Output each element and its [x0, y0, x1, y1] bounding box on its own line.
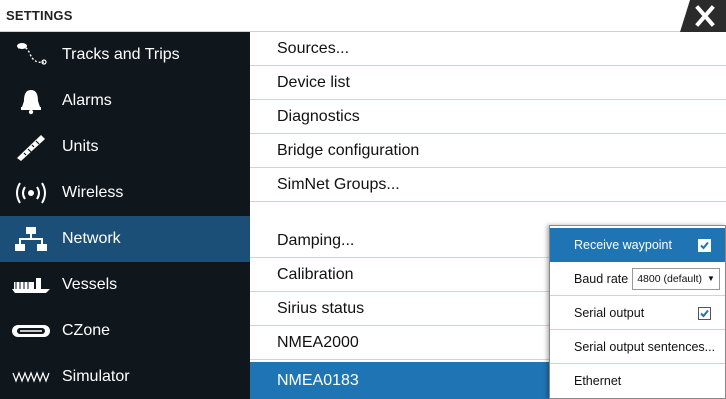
list-item-bridge-configuration[interactable]: Bridge configuration: [250, 134, 726, 168]
baud-rate-option: Baud rate 4800 (default) ▼: [550, 262, 725, 296]
page-title: SETTINGS: [6, 8, 73, 23]
title-bar: SETTINGS: [0, 0, 726, 32]
ruler-icon: [0, 124, 62, 170]
receive-waypoint-checkbox[interactable]: [698, 239, 711, 252]
list-item-diagnostics[interactable]: Diagnostics: [250, 100, 726, 134]
sidebar-item-label: Network: [62, 230, 121, 247]
list-item-label: SimNet Groups...: [277, 175, 400, 193]
sidebar: Tracks and Trips Alarms Units Wireless N…: [0, 32, 250, 399]
baud-rate-label: Baud rate: [574, 271, 629, 286]
bell-icon: [0, 78, 62, 124]
baud-rate-select[interactable]: 4800 (default) ▼: [632, 267, 720, 290]
ethernet-option[interactable]: Ethernet: [550, 364, 725, 398]
baud-rate-value: 4800 (default): [637, 272, 703, 285]
sidebar-item-alarms[interactable]: Alarms: [0, 78, 250, 124]
sidebar-item-label: Wireless: [62, 184, 124, 201]
list-item-simnet-groups[interactable]: SimNet Groups...: [250, 168, 726, 202]
sidebar-item-wireless[interactable]: Wireless: [0, 170, 250, 216]
list-item-label: Sirius status: [277, 299, 365, 317]
list-item-label: Sources...: [277, 39, 350, 57]
serial-output-option[interactable]: Serial output: [550, 296, 725, 330]
chevron-down-icon: ▼: [707, 274, 715, 283]
sidebar-item-network[interactable]: Network: [0, 216, 250, 262]
ethernet-label: Ethernet: [574, 374, 622, 388]
list-item-label: Calibration: [277, 265, 354, 283]
list-item-sources[interactable]: Sources...: [250, 32, 726, 66]
sidebar-item-label: Alarms: [62, 92, 112, 109]
sidebar-item-label: Vessels: [62, 276, 118, 293]
simulator-icon: [0, 354, 62, 399]
list-item-label: NMEA0183: [277, 371, 359, 389]
sidebar-item-vessels[interactable]: Vessels: [0, 262, 250, 308]
serial-output-label: Serial output: [574, 305, 645, 320]
receive-waypoint-option[interactable]: Receive waypoint: [550, 228, 725, 262]
sidebar-item-label: Simulator: [62, 368, 130, 385]
sidebar-item-simulator[interactable]: Simulator: [0, 354, 250, 399]
receive-waypoint-label: Receive waypoint: [574, 238, 672, 252]
network-icon: [0, 216, 62, 262]
sidebar-item-czone[interactable]: CZone: [0, 308, 250, 354]
sidebar-item-label: Tracks and Trips: [62, 46, 180, 63]
close-button[interactable]: [680, 0, 726, 32]
vessels-icon: [0, 262, 62, 308]
sidebar-item-label: CZone: [62, 322, 111, 339]
sidebar-item-units[interactable]: Units: [0, 124, 250, 170]
serial-output-sentences-label: Serial output sentences...: [574, 339, 716, 354]
close-icon: [680, 0, 726, 32]
list-item-label: Damping...: [277, 231, 355, 249]
list-item-label: Device list: [277, 73, 350, 91]
sidebar-item-tracks-and-trips[interactable]: Tracks and Trips: [0, 32, 250, 78]
wireless-icon: [0, 170, 62, 216]
list-item-label: NMEA2000: [277, 333, 359, 351]
list-item-label: Diagnostics: [277, 107, 360, 125]
serial-output-checkbox[interactable]: [698, 307, 711, 320]
nmea0183-popup-menu: Receive waypoint Baud rate 4800 (default…: [549, 225, 726, 399]
sidebar-item-label: Units: [62, 138, 99, 155]
list-item-device-list[interactable]: Device list: [250, 66, 726, 100]
tracks-icon: [0, 32, 62, 78]
serial-output-sentences-option[interactable]: Serial output sentences...: [550, 330, 725, 364]
checkmark-icon: [700, 241, 709, 250]
checkmark-icon: [700, 309, 709, 318]
list-item-label: Bridge configuration: [277, 141, 420, 159]
czone-icon: [0, 308, 62, 354]
